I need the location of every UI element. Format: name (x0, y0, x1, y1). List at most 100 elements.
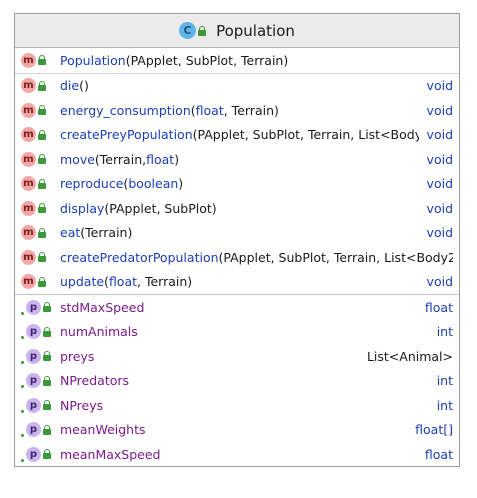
method-signature: update(float, Terrain) (60, 270, 453, 295)
method-name: update (60, 274, 105, 290)
method-icon: m (21, 151, 36, 167)
method-row[interactable]: m energy_consumption (float, Terrain) void (15, 98, 459, 123)
method-params: (PApplet, SubPlot, Terrain, List<Body2>,… (218, 249, 453, 265)
method-icon: m (21, 78, 36, 94)
method-icon: m (21, 127, 36, 143)
property-row[interactable]: p numAnimals int (15, 319, 459, 345)
method-name: die (60, 78, 80, 94)
method-icon: m (21, 274, 36, 290)
property-signature: stdMaxSpeed (60, 295, 453, 320)
property-type: float[] (407, 417, 453, 442)
property-icon-group: p (21, 295, 51, 320)
public-lock-icon (198, 25, 207, 36)
field-dot-icon (21, 311, 24, 315)
return-type: void (418, 269, 453, 294)
property-type: List<Animal> (358, 344, 453, 369)
property-list: p stdMaxSpeed float p numAnimals int p preys Lis… (15, 295, 459, 466)
method-params-open: (Terrain, (94, 151, 147, 167)
property-signature: numAnimals (60, 320, 453, 345)
uml-class-card: C Population m Population (PApplet, SubPl… (14, 13, 460, 467)
public-lock-icon (43, 302, 51, 313)
field-dot-icon (21, 409, 24, 413)
property-row[interactable]: p meanMaxSpeed float (15, 442, 459, 466)
property-icon: p (26, 446, 41, 462)
method-params: (PApplet, SubPlot) (104, 200, 217, 216)
method-params: (PApplet, SubPlot, Terrain, List<Body2>) (192, 127, 446, 143)
property-name: numAnimals (60, 324, 138, 340)
method-param-primitive: float (146, 151, 175, 167)
method-signature: createPredatorPopulation (PApplet, SubPlo… (60, 245, 453, 270)
property-icon-group: p (21, 344, 51, 369)
public-lock-icon (43, 351, 51, 362)
property-name: preys (60, 348, 95, 364)
property-icon: p (26, 348, 41, 364)
method-icon-group: m (21, 147, 46, 172)
property-row[interactable]: p meanWeights float[] (15, 417, 459, 442)
public-lock-icon (43, 326, 51, 337)
property-name: meanWeights (60, 422, 146, 438)
method-row[interactable]: m createPredatorPopulation (PApplet, SubPl… (15, 245, 459, 270)
method-name: eat (60, 225, 81, 241)
method-params-close: ) (178, 176, 184, 192)
property-signature: meanMaxSpeed (60, 442, 453, 466)
method-signature: display (PApplet, SubPlot) (60, 196, 453, 221)
public-lock-icon (43, 449, 51, 460)
method-icon-group: m (21, 172, 46, 197)
constructor-signature: Population (PApplet, SubPlot, Terrain) (60, 48, 453, 73)
method-name: move (60, 151, 95, 167)
property-icon: p (26, 299, 41, 315)
field-dot-icon (21, 458, 24, 462)
method-signature: eat (Terrain) (60, 221, 453, 246)
property-icon-group: p (21, 320, 51, 345)
method-row[interactable]: m reproduce(boolean) void (15, 171, 459, 197)
method-row[interactable]: m die() void (15, 73, 459, 99)
property-row[interactable]: p NPredators int (15, 368, 459, 394)
property-type: float (416, 442, 453, 466)
property-type: int (428, 393, 453, 418)
class-icon: C (179, 22, 197, 39)
method-row[interactable]: m display (PApplet, SubPlot) void (15, 196, 459, 221)
property-icon: p (26, 324, 41, 340)
method-icon: m (21, 200, 36, 216)
return-type: void (418, 220, 453, 245)
property-icon-group: p (21, 369, 51, 394)
method-icon: m (21, 52, 36, 68)
return-type: void (418, 196, 453, 221)
return-type: void (418, 147, 453, 172)
property-type: float (416, 295, 453, 320)
class-name: Population (216, 21, 295, 40)
property-row[interactable]: p NPreys int (15, 393, 459, 418)
public-lock-icon (38, 203, 46, 214)
public-lock-icon (43, 400, 51, 411)
method-icon-group: m (21, 48, 46, 73)
method-icon-group: m (21, 196, 46, 221)
class-header[interactable]: C Population (15, 14, 459, 48)
property-signature: NPredators (60, 369, 453, 394)
constructor-row[interactable]: m Population (PApplet, SubPlot, Terrain) (15, 48, 459, 74)
return-type: void (418, 98, 453, 123)
method-row[interactable]: m eat (Terrain) void (15, 220, 459, 246)
public-lock-icon (38, 80, 46, 91)
return-type: void (418, 73, 453, 98)
method-params-close: , Terrain) (223, 102, 279, 118)
method-row[interactable]: m move (Terrain, float) void (15, 147, 459, 172)
property-name: NPredators (60, 373, 130, 389)
property-icon: p (26, 422, 41, 438)
property-signature: NPreys (60, 393, 453, 418)
method-signature: die() (60, 74, 453, 99)
method-name: energy_consumption (60, 102, 191, 118)
methods-section: m Population (PApplet, SubPlot, Terrain) … (15, 48, 459, 295)
method-row[interactable]: m createPreyPopulation (PApplet, SubPlot,… (15, 122, 459, 147)
property-type: int (428, 319, 453, 344)
method-icon: m (21, 102, 36, 118)
property-icon: p (26, 373, 41, 389)
method-row[interactable]: m update(float, Terrain) void (15, 269, 459, 295)
property-row[interactable]: p preys List<Animal> (15, 344, 459, 369)
method-params: (PApplet, SubPlot, Terrain) (125, 52, 289, 68)
property-row[interactable]: p stdMaxSpeed float (15, 295, 459, 320)
method-params: () (79, 78, 89, 94)
public-lock-icon (38, 276, 46, 287)
property-type: int (428, 368, 453, 393)
method-list: m die() void m energy_consumption (float, Te… (15, 73, 459, 295)
property-name: meanMaxSpeed (60, 446, 161, 462)
